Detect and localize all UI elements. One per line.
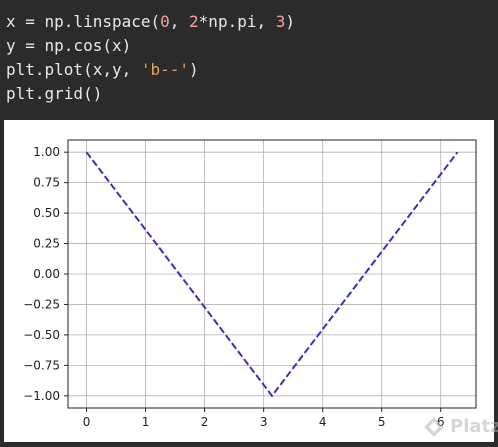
code-token: plt.plot(x,y, [6,60,141,79]
x-tick-label: 0 [83,415,91,429]
x-tick-label: 5 [378,415,386,429]
code-cell[interactable]: x = np.linspace(0, 2*np.pi, 3) y = np.co… [0,0,498,120]
code-token: 3 [276,12,286,31]
y-tick-label: 0.25 [33,237,60,251]
x-tick-label: 4 [319,415,327,429]
x-tick-label: 3 [260,415,268,429]
code-line: x = np.linspace(0, 2*np.pi, 3) [6,10,295,34]
platzi-logo-icon [422,415,446,439]
y-tick-label: −0.25 [23,297,60,311]
watermark-text: Platzi [450,416,498,437]
code-line: y = np.cos(x) [6,34,131,58]
line-chart: 01234561.000.750.500.250.00−0.25−0.50−0.… [4,120,494,442]
code-token: 'b--' [141,60,189,79]
y-tick-label: 0.75 [33,176,60,190]
grid-layer [68,140,476,408]
code-token: x = np.linspace( [6,12,160,31]
code-line: plt.plot(x,y, 'b--') [6,58,199,82]
code-token: 0 [160,12,170,31]
x-tick-label: 1 [142,415,150,429]
cell-output: 01234561.000.750.500.250.00−0.25−0.50−0.… [4,120,494,442]
code-token: 2 [189,12,199,31]
y-tick-label: −0.50 [23,328,60,342]
code-token: ) [285,12,295,31]
code-token: plt.grid() [6,84,102,103]
x-tick-label: 2 [201,415,209,429]
watermark: Platzi [422,414,492,440]
code-token: *np.pi, [199,12,276,31]
code-line: plt.grid() [6,82,102,106]
y-tick-label: 1.00 [33,145,60,159]
y-tick-label: 0.50 [33,206,60,220]
y-tick-label: −1.00 [23,389,60,403]
y-tick-label: −0.75 [23,358,60,372]
code-token: , [170,12,189,31]
y-tick-label: 0.00 [33,267,60,281]
code-token: ) [189,60,199,79]
code-token: y = np.cos(x) [6,36,131,55]
